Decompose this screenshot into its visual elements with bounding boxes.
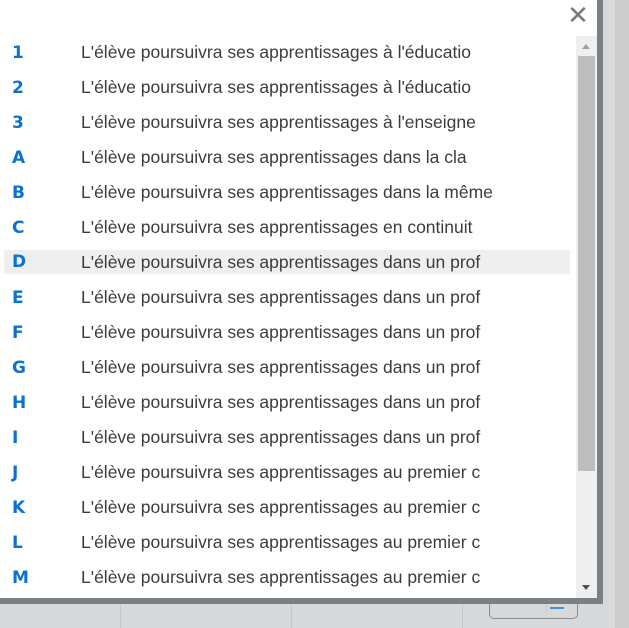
list-item[interactable]: D L'élève poursuivra ses apprentissages d… bbox=[4, 250, 570, 274]
list-item[interactable]: K L'élève poursuivra ses apprentissages a… bbox=[4, 490, 570, 525]
item-code: F bbox=[12, 322, 24, 343]
scroll-down-icon[interactable] bbox=[582, 585, 590, 590]
item-description: L'élève poursuivra ses apprentissages au… bbox=[81, 497, 481, 517]
item-code: A bbox=[12, 147, 26, 168]
item-description: L'élève poursuivra ses apprentissages da… bbox=[81, 287, 481, 307]
item-description: L'élève poursuivra ses apprentissages au… bbox=[81, 462, 481, 482]
list-item[interactable]: H L'élève poursuivra ses apprentissages d… bbox=[4, 385, 570, 420]
background-panel bbox=[615, 0, 629, 628]
options-list: 1 L'élève poursuivra ses apprentissages à… bbox=[4, 35, 570, 595]
item-code: 2 bbox=[12, 77, 24, 98]
item-description: L'élève poursuivra ses apprentissages da… bbox=[81, 182, 493, 202]
item-code: 3 bbox=[12, 112, 24, 133]
list-item[interactable]: C L'élève poursuivra ses apprentissages e… bbox=[4, 210, 570, 245]
item-code: L bbox=[12, 532, 23, 553]
item-code: J bbox=[12, 462, 19, 483]
item-code: B bbox=[12, 182, 25, 203]
item-code: G bbox=[12, 357, 26, 378]
scrollbar[interactable] bbox=[576, 36, 597, 598]
item-code: I bbox=[12, 427, 19, 448]
item-code: M bbox=[12, 567, 29, 588]
background-cell bbox=[292, 604, 463, 628]
list-item[interactable]: I L'élève poursuivra ses apprentissages d… bbox=[4, 420, 570, 455]
item-code: 1 bbox=[12, 42, 24, 63]
list-item[interactable]: 2 L'élève poursuivra ses apprentissages à… bbox=[4, 70, 570, 105]
list-item[interactable]: J L'élève poursuivra ses apprentissages a… bbox=[4, 455, 570, 490]
item-description: L'élève poursuivra ses apprentissages au… bbox=[81, 567, 481, 587]
item-description: L'élève poursuivra ses apprentissages da… bbox=[81, 427, 481, 447]
list-item[interactable]: G L'élève poursuivra ses apprentissages d… bbox=[4, 350, 570, 385]
list-item[interactable]: L L'élève poursuivra ses apprentissages a… bbox=[4, 525, 570, 560]
item-description: L'élève poursuivra ses apprentissages da… bbox=[81, 357, 481, 377]
list-item[interactable]: A L'élève poursuivra ses apprentissages d… bbox=[4, 140, 570, 175]
item-description: L'élève poursuivra ses apprentissages da… bbox=[81, 322, 481, 342]
item-description: L'élève poursuivra ses apprentissages à … bbox=[81, 42, 471, 62]
selection-dialog: ✕ 1 L'élève poursuivra ses apprentissages… bbox=[0, 0, 603, 604]
scrollbar-thumb[interactable] bbox=[578, 56, 595, 471]
list-item[interactable]: E L'élève poursuivra ses apprentissages d… bbox=[4, 280, 570, 315]
list-item[interactable]: M L'élève poursuivra ses apprentissages a… bbox=[4, 560, 570, 595]
minus-icon bbox=[550, 607, 564, 609]
item-description: L'élève poursuivra ses apprentissages da… bbox=[81, 251, 481, 272]
item-description: L'élève poursuivra ses apprentissages à … bbox=[81, 112, 476, 132]
list-item[interactable]: 1 L'élève poursuivra ses apprentissages à… bbox=[4, 35, 570, 70]
item-code: D bbox=[12, 252, 27, 272]
list-item[interactable]: B L'élève poursuivra ses apprentissages d… bbox=[4, 175, 570, 210]
item-code: H bbox=[12, 392, 27, 413]
item-description: L'élève poursuivra ses apprentissages da… bbox=[81, 392, 481, 412]
item-description: L'élève poursuivra ses apprentissages da… bbox=[81, 147, 467, 167]
item-code: C bbox=[12, 217, 25, 238]
item-code: E bbox=[12, 287, 24, 308]
background-cell bbox=[121, 604, 292, 628]
item-description: L'élève poursuivra ses apprentissages à … bbox=[81, 77, 471, 97]
item-code: K bbox=[12, 497, 26, 518]
item-description: L'élève poursuivra ses apprentissages au… bbox=[81, 532, 481, 552]
list-item[interactable]: 3 L'élève poursuivra ses apprentissages à… bbox=[4, 105, 570, 140]
list-item[interactable]: F L'élève poursuivra ses apprentissages d… bbox=[4, 315, 570, 350]
background-cell bbox=[0, 604, 121, 628]
item-description: L'élève poursuivra ses apprentissages en… bbox=[81, 217, 473, 237]
close-icon[interactable]: ✕ bbox=[566, 3, 590, 29]
scroll-up-icon[interactable] bbox=[582, 44, 590, 49]
